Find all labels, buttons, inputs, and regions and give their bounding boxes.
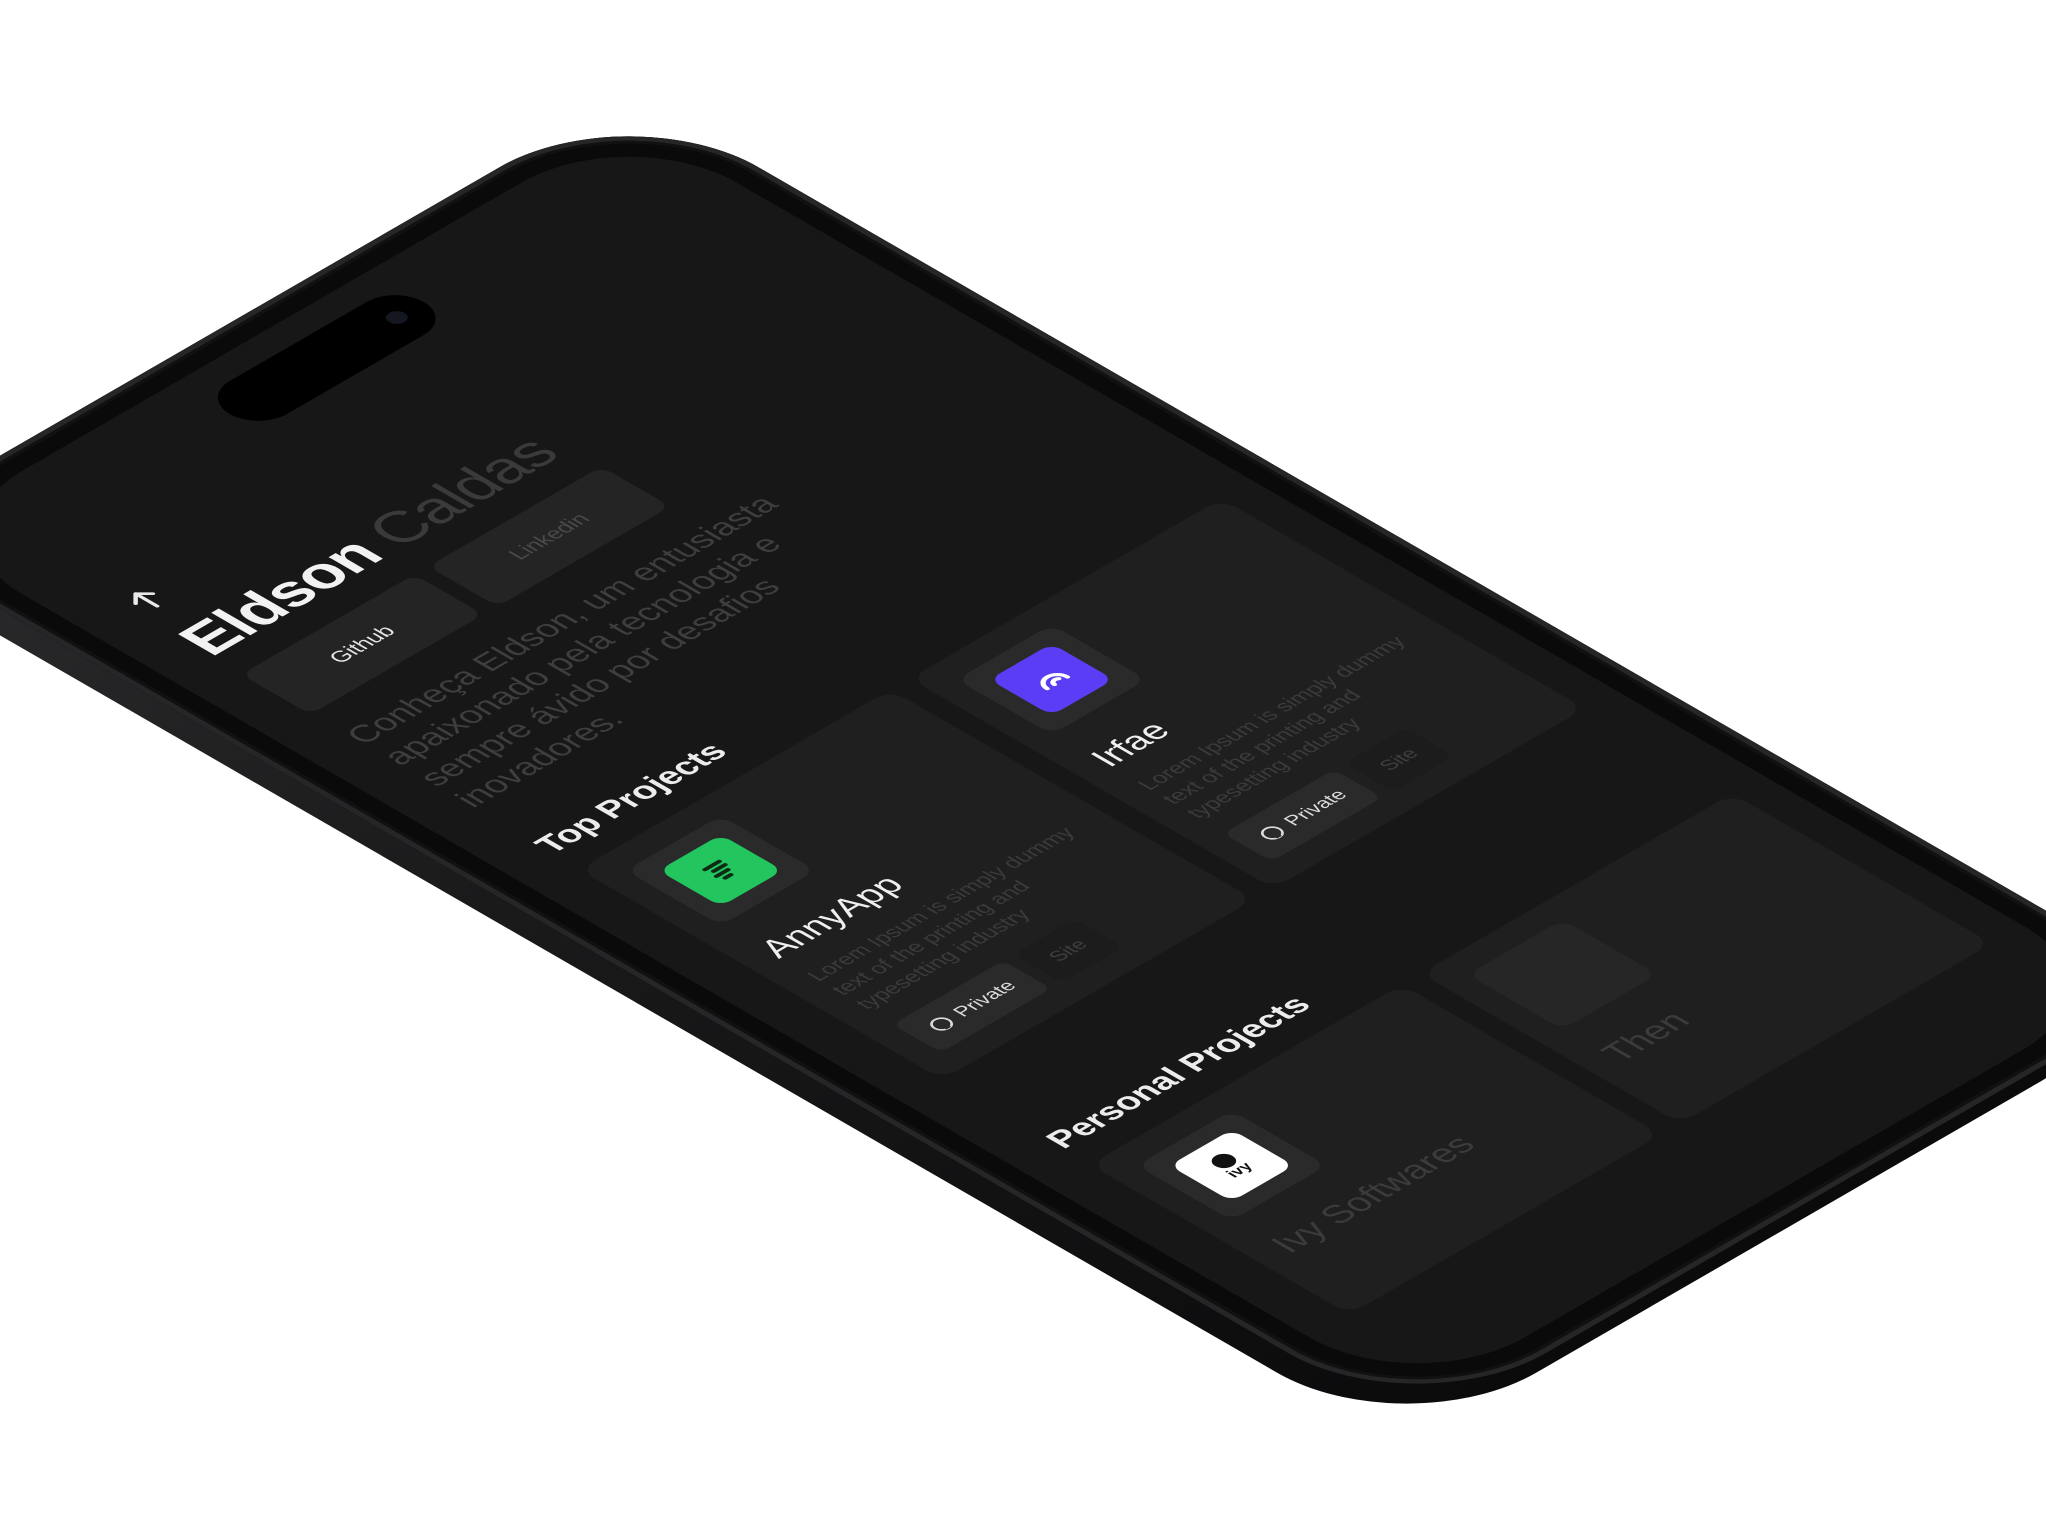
private-label: Private — [1278, 786, 1352, 829]
site-button[interactable]: Site — [1344, 728, 1455, 792]
mockup-stage: Eldson Caldas Github Linkedin Conheça El… — [0, 0, 2046, 1516]
phone-mockup: Eldson Caldas Github Linkedin Conheça El… — [0, 92, 2046, 1448]
project-logo-box — [956, 624, 1147, 735]
dynamic-island — [201, 285, 453, 431]
then-logo-icon — [1467, 919, 1658, 1030]
site-button[interactable]: Site — [1013, 919, 1124, 983]
irfae-logo-icon — [989, 643, 1114, 716]
project-logo-box: ivy — [1136, 1110, 1327, 1221]
github-icon — [923, 1013, 961, 1035]
github-icon — [1253, 822, 1291, 844]
ivy-logo-icon: ivy — [1169, 1129, 1295, 1202]
front-camera — [381, 308, 413, 327]
annyapp-logo-icon — [658, 834, 784, 907]
private-label: Private — [948, 977, 1022, 1020]
project-logo-box — [625, 815, 817, 926]
back-arrow-icon[interactable] — [111, 580, 180, 620]
phone-frame: Eldson Caldas Github Linkedin Conheça El… — [0, 92, 2046, 1428]
